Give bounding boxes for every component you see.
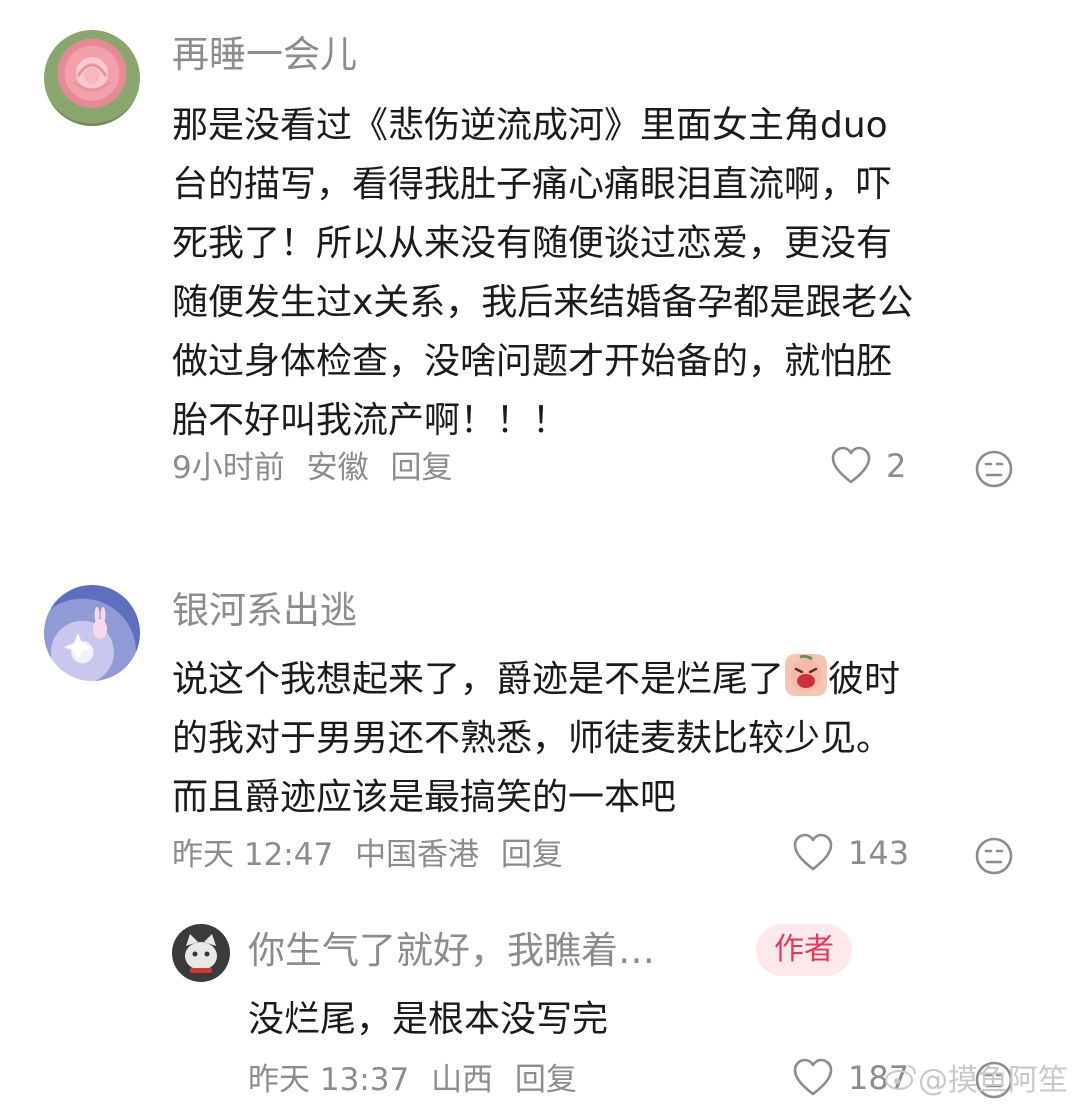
comment-location: 中国香港 [355,837,480,873]
heart-icon [793,1058,833,1096]
comment-location: 安徽 [306,450,369,486]
comment-line: 死我了！所以从来没有随便谈过恋爱，更没有 [172,223,893,264]
comment-line: 随便发生过x关系，我后来结婚备孕都是跟老公 [172,282,914,323]
comment-line: 那是没看过《悲伤逆流成河》里面女主角duo [172,105,888,146]
comment-line: 说这个我想起来了，爵迹是不是烂尾了 彼时 [172,650,900,709]
dislike-icon[interactable] [974,449,1014,489]
comment-author[interactable]: 银河系出逃 [172,588,357,634]
comment-text: 说这个我想起来了，爵迹是不是烂尾了 彼时 的我对于男男还不熟悉，师徒麦麸比较少见。… [172,650,900,827]
comment-line: 没烂尾，是根本没写完 [248,999,609,1040]
heart-icon [793,833,833,871]
comment-line-part: 彼时 [828,659,901,700]
reply-button[interactable]: 回复 [501,837,563,873]
weibo-logo-icon [885,1065,916,1090]
reply-button[interactable]: 回复 [390,450,452,486]
comment-line: 胎不好叫我流产啊！！！ [172,400,569,441]
comment-meta: 昨天 12:47 中国香港 回复 [172,835,575,875]
comment-text: 那是没看过《悲伤逆流成河》里面女主角duo 台的描写，看得我肚子痛心痛眼泪直流啊… [172,96,913,450]
comment-meta: 9小时前 安徽 回复 [172,448,464,488]
avatar-rose[interactable] [44,30,140,126]
comment-time: 昨天 13:37 [248,1062,410,1098]
comment-line: 做过身体检查，没啥问题才开始备的，就怕胚 [172,341,893,382]
like-button[interactable]: 2 [830,446,906,486]
author-badge: 作者 [756,924,852,976]
comment-line: 而且爵迹应该是最搞笑的一本吧 [172,777,677,818]
comment-time: 9小时前 [172,450,285,486]
watermark-text: @摸鱼阿笙 [918,1063,1068,1098]
comment-location: 山西 [431,1062,494,1098]
reply-meta: 昨天 13:37 山西 回复 [248,1060,589,1100]
comment-time: 昨天 12:47 [172,837,334,873]
comment-line: 台的描写，看得我肚子痛心痛眼泪直流啊，吓 [172,164,893,205]
like-button[interactable]: 143 [792,833,909,873]
heart-icon [831,446,871,484]
comment-line: 的我对于男男还不熟悉，师徒麦麸比较少见。 [172,718,893,759]
like-count: 2 [886,447,907,485]
reply-author[interactable]: 你生气了就好，我瞧着… [248,928,655,974]
comment-author[interactable]: 再睡一会儿 [172,32,357,78]
watermark: @摸鱼阿笙 [884,1055,1068,1099]
crying-face-sticker-icon [785,654,828,696]
reply-button[interactable]: 回复 [515,1062,577,1098]
reply-text: 没烂尾，是根本没写完 [248,990,608,1049]
avatar-bunny-moon[interactable] [44,585,140,681]
dislike-icon[interactable] [974,836,1014,876]
like-count: 143 [848,834,910,872]
comment-line-part: 说这个我想起来了，爵迹是不是烂尾了 [172,659,785,700]
avatar-cat[interactable] [172,924,230,982]
